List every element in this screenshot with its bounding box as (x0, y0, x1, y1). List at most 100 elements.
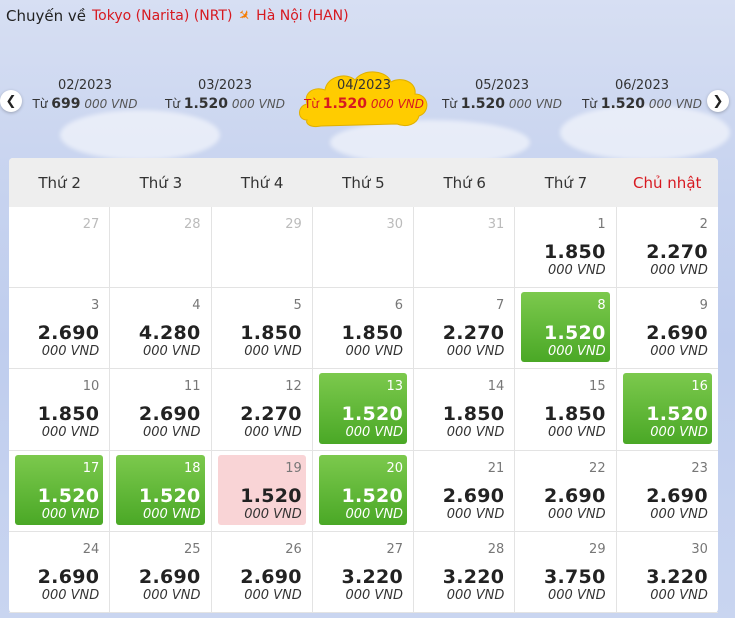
weekday-label: Thứ 7 (544, 173, 588, 192)
calendar-day[interactable]: 19 1.520 000 VND (211, 450, 313, 532)
day-price-unit: 000 VND (244, 344, 302, 360)
day-price-unit: 000 VND (244, 425, 302, 441)
month-item[interactable]: 06/2023 Từ 1.520 000 VND (577, 78, 707, 112)
day-number: 22 (589, 460, 606, 476)
calendar-day[interactable]: 13 1.520 000 VND (312, 369, 415, 451)
calendar-day[interactable]: 9 2.690 000 VND (616, 288, 718, 370)
day-price: 2.690 (646, 322, 708, 345)
calendar-day[interactable]: 14 1.850 000 VND (414, 369, 516, 451)
calendar-day[interactable]: 22 2.690 000 VND (515, 450, 617, 532)
calendar-day[interactable]: 6 1.850 000 VND (312, 288, 415, 370)
day-price-unit: 000 VND (650, 344, 708, 360)
calendar-day[interactable]: 29 3.750 000 VND (515, 531, 617, 613)
day-number: 25 (183, 541, 201, 557)
day-number: 3 (90, 298, 100, 314)
day-number: 4 (192, 298, 201, 314)
calendar-day[interactable]: 4 4.280 000 VND (110, 288, 212, 370)
month-item[interactable]: 02/2023 Từ 699 000 VND (20, 78, 150, 112)
month-label: 05/2023 (474, 78, 529, 93)
calendar-day[interactable]: 12 2.270 000 VND (211, 369, 313, 451)
calendar-day[interactable]: 5 1.850 000 VND (211, 288, 313, 370)
calendar-day[interactable]: 8 1.520 000 VND (515, 288, 617, 370)
day-price-unit: 000 VND (142, 425, 201, 441)
day-number: 9 (699, 298, 708, 314)
calendar-day[interactable]: 11 2.690 000 VND (110, 369, 212, 451)
day-price: 4.280 (138, 322, 201, 345)
day-number: 13 (386, 379, 404, 395)
month-price: Từ 1.520 000 VND (441, 96, 563, 112)
day-number: 15 (589, 379, 606, 395)
day-price: 1.520 (543, 322, 606, 345)
calendar-day[interactable]: 30 3.220 000 VND (616, 532, 718, 613)
calendar-day[interactable]: 16 1.520 000 VND (616, 369, 718, 451)
calendar-day-outside-month: 29 (211, 207, 313, 289)
day-price: 2.690 (37, 322, 100, 345)
day-price: 2.690 (138, 565, 201, 588)
month-item[interactable]: 05/2023 Từ 1.520 000 VND (437, 78, 567, 112)
day-price: 2.270 (646, 241, 708, 263)
calendar-day[interactable]: 18 1.520 000 VND (110, 450, 212, 532)
month-item-active[interactable]: 04/2023 Từ 1.520 000 VND (299, 78, 429, 112)
calendar-day[interactable]: 24 2.690 000 VND (9, 531, 111, 613)
day-price-unit: 000 VND (41, 587, 100, 603)
day-price: 1.520 (240, 484, 302, 507)
day-number: 26 (285, 541, 302, 557)
calendar-day[interactable]: 7 2.270 000 VND (414, 288, 516, 370)
calendar-day-outside-month: 27 (9, 207, 111, 289)
route-label: Chuyến về (6, 7, 86, 25)
calendar-day[interactable]: 26 2.690 000 VND (211, 531, 313, 613)
day-price: 2.690 (646, 484, 708, 507)
day-number: 31 (487, 217, 505, 232)
calendar-day[interactable]: 17 1.520 000 VND (9, 450, 111, 532)
calendar-day[interactable]: 23 2.690 000 VND (616, 451, 718, 532)
day-price: 2.690 (37, 565, 100, 588)
calendar-day[interactable]: 1 1.850 000 VND (515, 207, 617, 289)
weekday-label: Thứ 4 (240, 173, 284, 192)
day-price: 1.850 (543, 241, 606, 263)
day-number: 24 (82, 541, 100, 557)
weekday-label: Thứ 5 (342, 173, 385, 192)
day-number: 8 (597, 298, 606, 314)
day-number: 30 (691, 541, 708, 557)
calendar-day-outside-month: 31 (414, 207, 516, 289)
calendar-day[interactable]: 15 1.850 000 VND (515, 369, 617, 451)
calendar-day[interactable]: 3 2.690 000 VND (9, 288, 111, 370)
calendar-day[interactable]: 2 2.270 000 VND (616, 207, 718, 289)
day-price: 2.270 (442, 322, 505, 345)
day-number: 28 (183, 217, 201, 232)
day-price: 2.690 (543, 484, 606, 507)
day-number: 23 (691, 460, 708, 476)
month-price: Từ 1.520 000 VND (164, 96, 286, 112)
day-price: 1.520 (138, 484, 201, 507)
day-price-unit: 000 VND (142, 506, 201, 522)
month-price: Từ 699 000 VND (32, 96, 138, 112)
day-price-unit: 000 VND (345, 587, 404, 603)
day-number: 30 (386, 217, 404, 232)
day-price: 2.690 (138, 403, 201, 426)
day-number: 11 (183, 379, 201, 395)
day-number: 12 (285, 379, 302, 395)
day-price: 1.520 (341, 484, 404, 507)
calendar-day[interactable]: 28 3.220 000 VND (414, 531, 516, 613)
day-price: 1.850 (543, 403, 606, 426)
calendar-day[interactable]: 21 2.690 000 VND (414, 450, 516, 532)
month-item[interactable]: 03/2023 Từ 1.520 000 VND (160, 78, 290, 112)
day-number: 29 (589, 541, 606, 557)
weekday-label-sunday: Chủ nhật (633, 173, 702, 192)
airplane-icon: ✈ (234, 6, 255, 26)
calendar-day[interactable]: 25 2.690 000 VND (110, 531, 212, 613)
day-number: 17 (82, 460, 100, 476)
calendar-day[interactable]: 27 3.220 000 VND (312, 531, 415, 613)
month-label: 03/2023 (197, 78, 252, 93)
calendar-day[interactable]: 20 1.520 000 VND (312, 450, 415, 532)
day-price-unit: 000 VND (650, 425, 708, 441)
day-price-unit: 000 VND (650, 263, 708, 278)
weekday-label: Thứ 3 (139, 173, 183, 192)
day-number: 21 (487, 460, 505, 476)
day-price-unit: 000 VND (548, 587, 606, 603)
day-price: 1.850 (37, 403, 100, 426)
day-price-unit: 000 VND (650, 587, 708, 603)
day-price-unit: 000 VND (446, 506, 505, 522)
day-number: 29 (285, 217, 302, 232)
calendar-day[interactable]: 10 1.850 000 VND (9, 369, 111, 451)
